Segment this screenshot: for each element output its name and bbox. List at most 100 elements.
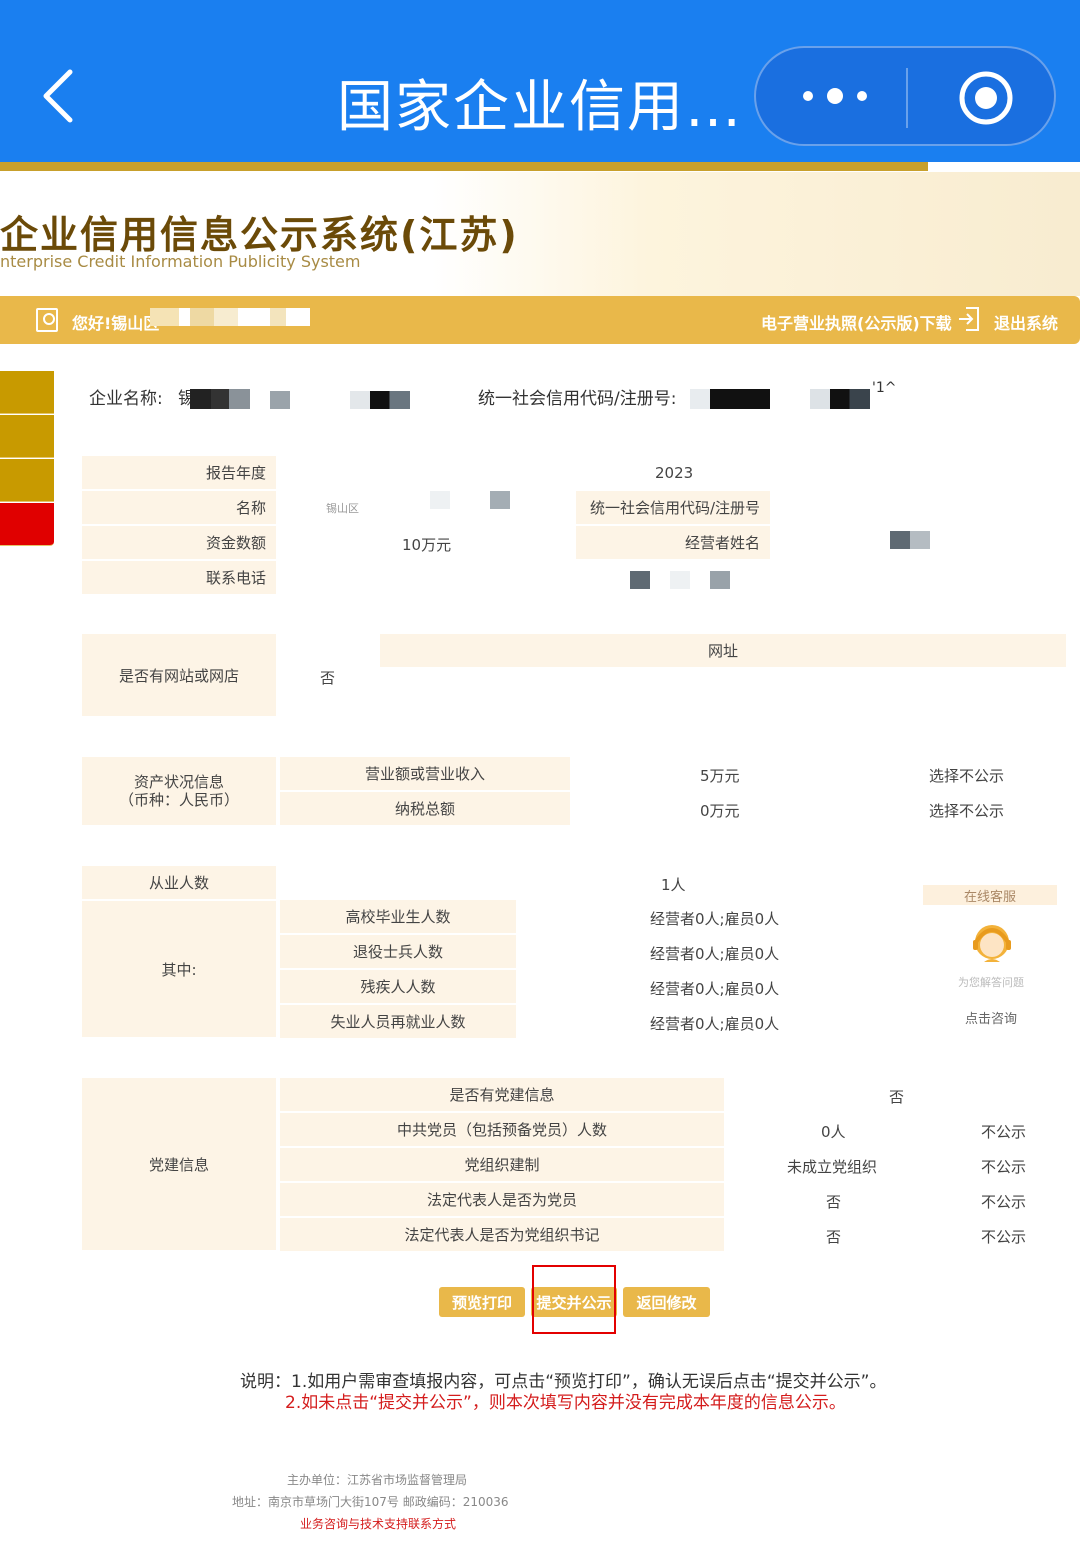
redacted-block xyxy=(890,531,930,549)
redacted-block xyxy=(270,391,290,409)
user-greeting: 您好!锡山区 xyxy=(72,314,160,333)
capital-label-text: 资金数额 xyxy=(205,534,266,552)
footer-host: 主办单位：江苏省市场监督管理局 xyxy=(287,1473,468,1487)
logout-link[interactable]: 退出系统 xyxy=(994,310,1058,334)
online-service-link[interactable]: 点击咨询 xyxy=(965,1008,1017,1027)
preview-print-button[interactable]: 预览打印 xyxy=(439,1287,525,1317)
side-tab-2[interactable] xyxy=(0,415,54,458)
employees-sub-label-text: 其中: xyxy=(161,960,197,979)
year-label-text: 报告年度 xyxy=(205,464,266,482)
redacted-block xyxy=(350,391,410,409)
back-edit-button[interactable]: 返回修改 xyxy=(623,1287,710,1317)
footer-address: 地址：南京市草场门大街107号 邮政编码：210036 xyxy=(232,1495,509,1509)
legal-rep-secretary-value: 否 xyxy=(826,1228,842,1246)
online-service-header[interactable]: 在线客服 xyxy=(923,885,1057,905)
legal-rep-member-label: 法定代表人是否为党员 xyxy=(280,1183,724,1216)
revenue-label: 营业额或营业收入 xyxy=(280,757,570,790)
redacted-block xyxy=(630,571,650,589)
tax-label: 纳税总额 xyxy=(280,792,570,825)
app-nav-bar: 国家企业信用… xyxy=(0,0,1080,162)
redacted-block xyxy=(670,571,690,589)
graduates-value: 经营者0人;雇员0人 xyxy=(650,910,780,928)
more-dots-icon[interactable] xyxy=(800,76,870,116)
phone-label: 联系电话 xyxy=(82,561,276,594)
reemployed-label: 失业人员再就业人数 xyxy=(280,1005,516,1038)
party-members-label: 中共党员（包括预备党员）人数 xyxy=(280,1113,724,1146)
veterans-label-text: 退役士兵人数 xyxy=(352,943,443,961)
license-download-link[interactable]: 电子营业执照(公示版)下载 xyxy=(761,310,952,334)
revenue-publicity: 选择不公示 xyxy=(929,767,1005,785)
website-value: 否 xyxy=(320,669,336,687)
reemployed-value: 经营者0人;雇员0人 xyxy=(650,1015,780,1033)
party-org-publicity: 不公示 xyxy=(981,1158,1027,1176)
operator-label-text: 经营者姓名 xyxy=(684,534,760,552)
employees-sub-label: 其中: xyxy=(82,901,276,1037)
veterans-value: 经营者0人;雇员0人 xyxy=(650,945,780,963)
phone-label-text: 联系电话 xyxy=(205,569,266,587)
year-label: 报告年度 xyxy=(82,456,276,489)
redacted-block xyxy=(190,389,250,409)
assets-label: 资产状况信息 （币种：人民币） xyxy=(82,757,276,825)
enterprise-name-label: 企业名称: xyxy=(89,389,163,409)
redacted-block xyxy=(430,491,450,509)
target-circle-icon[interactable] xyxy=(956,68,1016,128)
credit-code-tail: '1^ xyxy=(872,380,897,396)
customer-service-avatar-icon[interactable] xyxy=(970,922,1014,966)
disabled-value: 经营者0人;雇员0人 xyxy=(650,980,780,998)
revenue-label-text: 营业额或营业收入 xyxy=(364,765,485,783)
capital-value: 10万元 xyxy=(402,536,452,554)
footer-support-link[interactable]: 业务咨询与技术支持联系方式 xyxy=(300,1515,456,1532)
banner-title-en: nterprise Credit Information Publicity S… xyxy=(0,252,361,271)
party-label: 党建信息 xyxy=(82,1078,276,1250)
reemployed-label-text: 失业人员再就业人数 xyxy=(330,1013,466,1031)
mini-program-capsule xyxy=(754,46,1056,146)
banner-title-cn: 企业信用信息公示系统(江苏) xyxy=(0,213,519,257)
party-members-publicity: 不公示 xyxy=(981,1123,1027,1141)
website-label: 是否有网站或网店 xyxy=(82,634,276,716)
legal-rep-member-value: 否 xyxy=(826,1193,842,1211)
url-header-text: 网址 xyxy=(707,642,738,660)
system-banner: 企业信用信息公示系统(江苏) nterprise Credit Informat… xyxy=(0,172,1080,296)
tax-publicity: 选择不公示 xyxy=(929,802,1005,820)
name-value: 锡山区 xyxy=(326,502,359,515)
side-tab-1[interactable] xyxy=(0,371,54,414)
party-has-info-label: 是否有党建信息 xyxy=(280,1078,724,1111)
credit-code-label: 统一社会信用代码/注册号: xyxy=(478,389,677,409)
assets-label-line1: 资产状况信息 xyxy=(133,773,224,791)
party-org-value: 未成立党组织 xyxy=(787,1158,878,1176)
name-label: 名称 xyxy=(82,491,276,524)
employees-label-text: 从业人数 xyxy=(148,874,209,892)
party-org-label: 党组织建制 xyxy=(280,1148,724,1181)
legal-rep-secretary-label-text: 法定代表人是否为党组织书记 xyxy=(404,1226,600,1244)
revenue-value: 5万元 xyxy=(700,767,740,785)
party-members-value: 0人 xyxy=(821,1123,846,1141)
redacted-block xyxy=(810,389,870,409)
party-has-info-value: 否 xyxy=(889,1088,905,1106)
party-members-label-text: 中共党员（包括预备党员）人数 xyxy=(396,1121,607,1139)
logout-icon[interactable] xyxy=(958,306,980,332)
redacted-username xyxy=(150,308,310,326)
year-value: 2023 xyxy=(655,464,694,482)
legal-rep-secretary-publicity: 不公示 xyxy=(981,1228,1027,1246)
disabled-label-text: 残疾人人数 xyxy=(360,978,436,996)
header-gold-line xyxy=(0,162,928,171)
user-bar: 您好!锡山区 电子营业执照(公示版)下载 退出系统 xyxy=(0,296,1080,344)
employees-value: 1人 xyxy=(661,876,686,894)
website-label-text: 是否有网站或网店 xyxy=(118,666,239,685)
disabled-label: 残疾人人数 xyxy=(280,970,516,1003)
redacted-block xyxy=(710,571,730,589)
side-tab-4[interactable] xyxy=(0,503,54,546)
graduates-label: 高校毕业生人数 xyxy=(280,900,516,933)
party-org-label-text: 党组织建制 xyxy=(464,1156,540,1174)
legal-rep-member-label-text: 法定代表人是否为党员 xyxy=(426,1191,577,1209)
side-tab-3[interactable] xyxy=(0,459,54,502)
credit-code-field-label-text: 统一社会信用代码/注册号 xyxy=(589,499,760,517)
redacted-block xyxy=(690,389,770,409)
legal-rep-member-publicity: 不公示 xyxy=(981,1193,1027,1211)
url-header: 网址 xyxy=(380,634,1066,667)
tax-label-text: 纳税总额 xyxy=(394,800,455,818)
assets-label-line2: （币种：人民币） xyxy=(118,791,239,809)
capsule-divider xyxy=(906,68,908,128)
operator-label: 经营者姓名 xyxy=(576,526,770,559)
veterans-label: 退役士兵人数 xyxy=(280,935,516,968)
